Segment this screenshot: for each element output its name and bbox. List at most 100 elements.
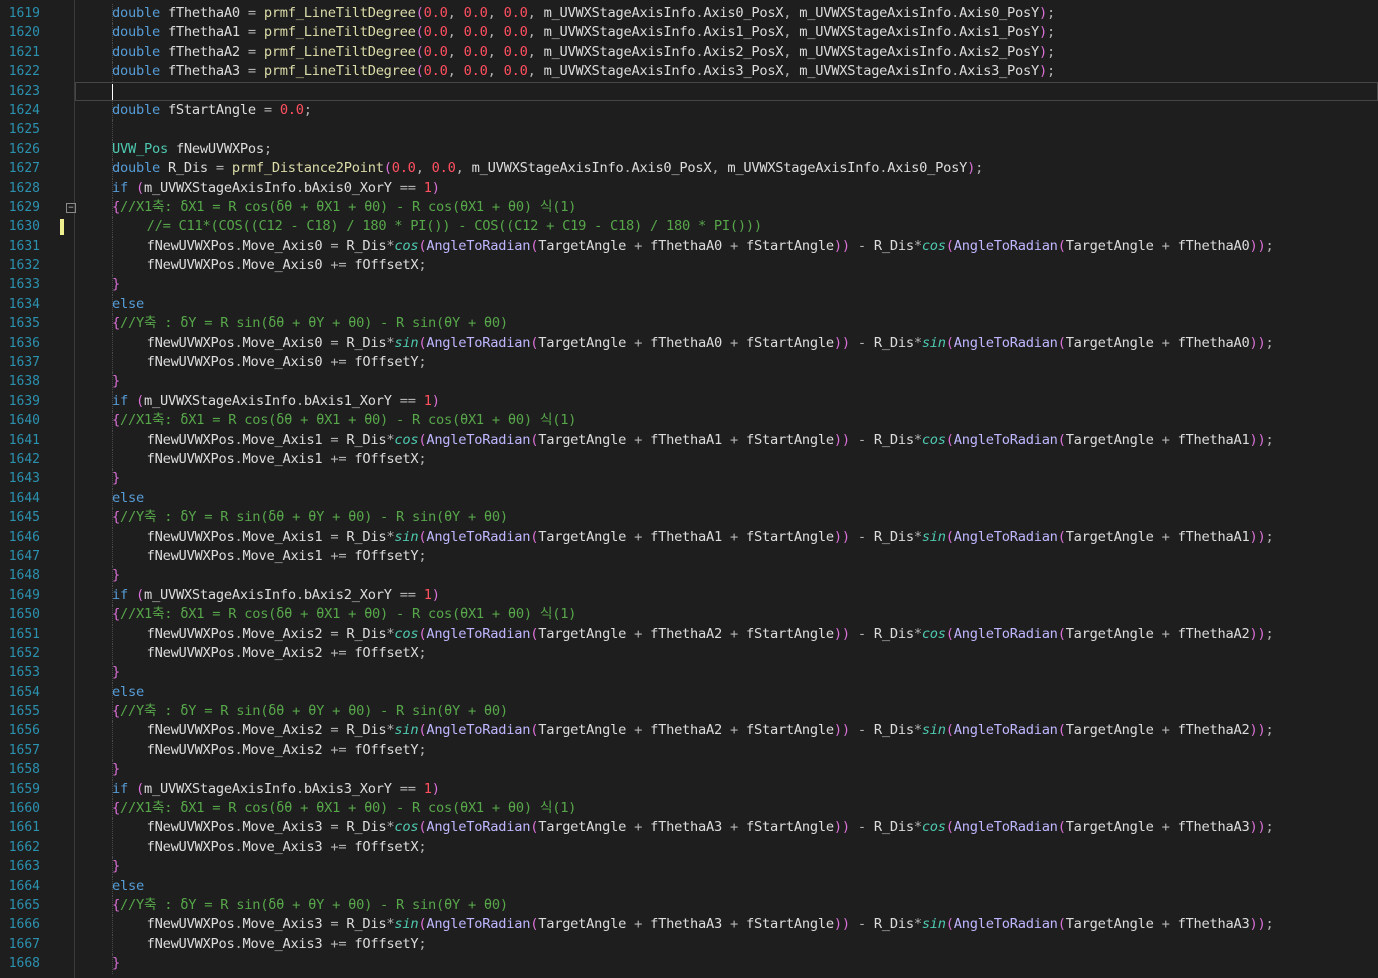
code-line[interactable]: 1650 {//X1축: δX1 = R cos(δθ + θX1 + θ0) -…	[9, 605, 1378, 625]
code-text[interactable]: fNewUVWXPos.Move_Axis0 = R_Dis*cos(Angle…	[147, 237, 1274, 256]
code-text[interactable]: fNewUVWXPos.Move_Axis0 = R_Dis*sin(Angle…	[147, 334, 1274, 353]
code-line[interactable]: 1640 {//X1축: δX1 = R cos(δθ + θX1 + θ0) -…	[9, 411, 1378, 431]
code-text[interactable]: fNewUVWXPos.Move_Axis3 += fOffsetX;	[147, 838, 427, 857]
code-text[interactable]: }	[112, 469, 120, 488]
code-line[interactable]: 1667 fNewUVWXPos.Move_Axis3 += fOffsetY;	[9, 934, 1378, 955]
code-text[interactable]: }	[112, 275, 120, 294]
code-text[interactable]: else	[112, 295, 144, 314]
code-line[interactable]: 1644 else	[9, 488, 1378, 509]
code-line[interactable]: 1623	[9, 81, 1378, 101]
code-text[interactable]: fNewUVWXPos.Move_Axis3 = R_Dis*sin(Angle…	[147, 915, 1274, 934]
code-line[interactable]: 1643}	[9, 469, 1378, 489]
code-text[interactable]: if (m_UVWXStageAxisInfo.bAxis2_XorY == 1…	[112, 586, 440, 605]
code-line[interactable]: 1655 {//Y축 : δY = R sin(δθ + θY + θ0) - R…	[9, 702, 1378, 722]
code-text[interactable]: fNewUVWXPos.Move_Axis1 = R_Dis*sin(Angle…	[147, 528, 1274, 547]
code-text[interactable]: else	[112, 489, 144, 508]
code-line[interactable]: 1639 if (m_UVWXStageAxisInfo.bAxis1_XorY …	[9, 391, 1378, 412]
code-line[interactable]: 1666 fNewUVWXPos.Move_Axis3 = R_Dis*sin(A…	[9, 915, 1378, 935]
code-text[interactable]: double fThethaA1 = prmf_LineTiltDegree(0…	[112, 23, 1055, 42]
code-text[interactable]: fNewUVWXPos.Move_Axis0 += fOffsetX;	[147, 256, 427, 275]
code-line[interactable]: 1634 else	[9, 294, 1378, 315]
code-line[interactable]: 1663}	[9, 857, 1378, 877]
code-line[interactable]: 1649 if (m_UVWXStageAxisInfo.bAxis2_XorY …	[9, 585, 1378, 606]
code-text[interactable]: double fThethaA3 = prmf_LineTiltDegree(0…	[112, 62, 1055, 81]
code-text[interactable]: UVW_Pos fNewUVWXPos;	[112, 140, 272, 159]
code-line[interactable]: 1626 UVW_Pos fNewUVWXPos;	[9, 139, 1378, 160]
code-line[interactable]: 1632 fNewUVWXPos.Move_Axis0 += fOffsetX;	[9, 256, 1378, 276]
code-line[interactable]: 1665 {//Y축 : δY = R sin(δθ + θY + θ0) - R…	[9, 895, 1378, 916]
code-text[interactable]: fNewUVWXPos.Move_Axis2 += fOffsetY;	[147, 741, 427, 760]
code-text[interactable]: if (m_UVWXStageAxisInfo.bAxis1_XorY == 1…	[112, 392, 440, 411]
code-text[interactable]: double fThethaA0 = prmf_LineTiltDegree(0…	[112, 4, 1055, 23]
code-line[interactable]: 1627 double R_Dis = prmf_Distance2Point(0…	[9, 159, 1378, 179]
code-text[interactable]: }	[112, 760, 120, 779]
code-text[interactable]: }	[112, 372, 120, 391]
code-line[interactable]: 1619 double fThethaA0 = prmf_LineTiltDegr…	[9, 4, 1378, 24]
code-text[interactable]: }	[112, 663, 120, 682]
code-text[interactable]: fNewUVWXPos.Move_Axis0 += fOffsetY;	[147, 353, 427, 372]
code-text[interactable]: fNewUVWXPos.Move_Axis3 = R_Dis*cos(Angle…	[147, 818, 1274, 837]
code-text[interactable]: if (m_UVWXStageAxisInfo.bAxis3_XorY == 1…	[112, 780, 440, 799]
code-line[interactable]: 1624 double fStartAngle = 0.0;	[9, 100, 1378, 121]
code-line[interactable]: 1653}	[9, 663, 1378, 683]
code-line[interactable]: 1651 fNewUVWXPos.Move_Axis2 = R_Dis*cos(A…	[9, 624, 1378, 644]
code-text[interactable]: fNewUVWXPos.Move_Axis1 += fOffsetX;	[147, 450, 427, 469]
code-area[interactable]: 1619 double fThethaA0 = prmf_LineTiltDegr…	[9, 4, 1378, 974]
code-line[interactable]: 1637 fNewUVWXPos.Move_Axis0 += fOffsetY;	[9, 353, 1378, 373]
code-line[interactable]: 1642 fNewUVWXPos.Move_Axis1 += fOffsetX;	[9, 449, 1378, 470]
code-line[interactable]: 1636 fNewUVWXPos.Move_Axis0 = R_Dis*sin(A…	[9, 333, 1378, 354]
code-line[interactable]: 1654 else	[9, 682, 1378, 703]
code-text[interactable]: fNewUVWXPos.Move_Axis1 += fOffsetY;	[147, 547, 427, 566]
code-editor[interactable]: 1619 double fThethaA0 = prmf_LineTiltDegr…	[0, 0, 1378, 978]
code-line[interactable]: 1659 if (m_UVWXStageAxisInfo.bAxis3_XorY …	[9, 779, 1378, 800]
code-text[interactable]: else	[112, 877, 144, 896]
code-text[interactable]: {//X1축: δX1 = R cos(δθ + θX1 + θ0) - R c…	[112, 605, 576, 624]
code-text[interactable]: if (m_UVWXStageAxisInfo.bAxis0_XorY == 1…	[112, 179, 440, 198]
code-line[interactable]: 1620 double fThethaA1 = prmf_LineTiltDegr…	[9, 23, 1378, 43]
code-line[interactable]: 1629 − {//X1축: δX1 = R cos(δθ + θX1 + θ0) …	[9, 197, 1378, 218]
code-text[interactable]: fNewUVWXPos.Move_Axis2 = R_Dis*sin(Angle…	[147, 721, 1274, 740]
code-text[interactable]: {//X1축: δX1 = R cos(δθ + θX1 + θ0) - R c…	[112, 198, 576, 217]
code-text[interactable]: {//X1축: δX1 = R cos(δθ + θX1 + θ0) - R c…	[112, 799, 576, 818]
code-text[interactable]: }	[112, 857, 120, 876]
code-line[interactable]: 1630 //= C11*(COS((C12 - C18) / 180 * PI(…	[9, 217, 1378, 237]
code-line[interactable]: 1621 double fThethaA2 = prmf_LineTiltDegr…	[9, 42, 1378, 63]
code-text[interactable]: fNewUVWXPos.Move_Axis2 += fOffsetX;	[147, 644, 427, 663]
code-text[interactable]: else	[112, 683, 144, 702]
code-line[interactable]: 1635 {//Y축 : δY = R sin(δθ + θY + θ0) - R…	[9, 314, 1378, 334]
code-text[interactable]: {//Y축 : δY = R sin(δθ + θY + θ0) - R sin…	[112, 314, 508, 333]
code-line[interactable]: 1657 fNewUVWXPos.Move_Axis2 += fOffsetY;	[9, 740, 1378, 761]
code-line[interactable]: 1652 fNewUVWXPos.Move_Axis2 += fOffsetX;	[9, 643, 1378, 664]
code-text[interactable]: double fThethaA2 = prmf_LineTiltDegree(0…	[112, 43, 1055, 62]
code-text[interactable]: {//Y축 : δY = R sin(δθ + θY + θ0) - R sin…	[112, 702, 508, 721]
code-text[interactable]: fNewUVWXPos.Move_Axis3 += fOffsetY;	[147, 935, 427, 954]
code-text[interactable]: }	[112, 954, 120, 973]
code-line[interactable]: 1628 if (m_UVWXStageAxisInfo.bAxis0_XorY …	[9, 178, 1378, 198]
code-line[interactable]: 1641 fNewUVWXPos.Move_Axis1 = R_Dis*cos(A…	[9, 430, 1378, 450]
code-line[interactable]: 1647 fNewUVWXPos.Move_Axis1 += fOffsetY;	[9, 546, 1378, 567]
code-text[interactable]: double R_Dis = prmf_Distance2Point(0.0, …	[112, 159, 983, 178]
code-line[interactable]: 1664 else	[9, 876, 1378, 896]
code-line[interactable]: 1622 double fThethaA3 = prmf_LineTiltDegr…	[9, 62, 1378, 82]
code-line[interactable]: 1638}	[9, 372, 1378, 392]
code-text[interactable]: double fStartAngle = 0.0;	[112, 101, 312, 120]
code-line[interactable]: 1660 {//X1축: δX1 = R cos(δθ + θX1 + θ0) -…	[9, 799, 1378, 819]
code-line[interactable]: 1658}	[9, 760, 1378, 780]
code-line[interactable]: 1668}	[9, 954, 1378, 974]
code-text[interactable]: {//Y축 : δY = R sin(δθ + θY + θ0) - R sin…	[112, 508, 508, 527]
code-line[interactable]: 1662 fNewUVWXPos.Move_Axis3 += fOffsetX;	[9, 837, 1378, 858]
code-text[interactable]: {//X1축: δX1 = R cos(δθ + θX1 + θ0) - R c…	[112, 411, 576, 430]
code-text[interactable]: {//Y축 : δY = R sin(δθ + θY + θ0) - R sin…	[112, 896, 508, 915]
fold-toggle-icon[interactable]: −	[66, 202, 76, 213]
code-line[interactable]: 1648}	[9, 566, 1378, 586]
code-line[interactable]: 1645 {//Y축 : δY = R sin(δθ + θY + θ0) - R…	[9, 508, 1378, 528]
code-text[interactable]: fNewUVWXPos.Move_Axis1 = R_Dis*cos(Angle…	[147, 431, 1274, 450]
code-line[interactable]: 1656 fNewUVWXPos.Move_Axis2 = R_Dis*sin(A…	[9, 721, 1378, 741]
code-line[interactable]: 1646 fNewUVWXPos.Move_Axis1 = R_Dis*sin(A…	[9, 527, 1378, 547]
code-text[interactable]: //= C11*(COS((C12 - C18) / 180 * PI()) -…	[147, 217, 763, 236]
code-line[interactable]: 1625	[9, 120, 1378, 140]
code-text[interactable]: }	[112, 566, 120, 585]
code-line[interactable]: 1661 fNewUVWXPos.Move_Axis3 = R_Dis*cos(A…	[9, 818, 1378, 838]
code-line[interactable]: 1631 fNewUVWXPos.Move_Axis0 = R_Dis*cos(A…	[9, 236, 1378, 257]
code-text[interactable]: fNewUVWXPos.Move_Axis2 = R_Dis*cos(Angle…	[147, 625, 1274, 644]
